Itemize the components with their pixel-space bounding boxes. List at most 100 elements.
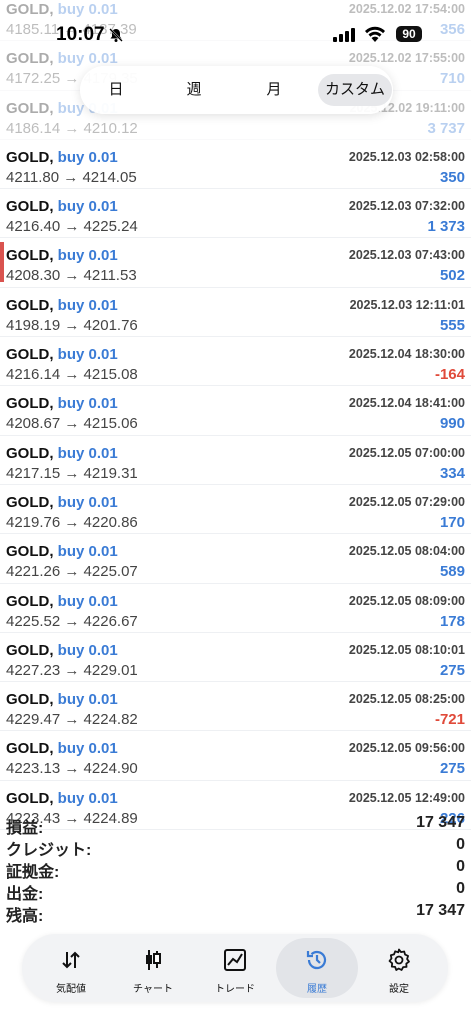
history-clock-icon	[306, 950, 327, 970]
trade-row[interactable]: GOLD, buy 0.01 2025.12.05 07:00:00 4217.15…	[0, 436, 471, 485]
summary-label: 残高:	[6, 908, 44, 925]
trade-side: buy 0.01	[57, 395, 118, 413]
cellular-signal-icon	[333, 28, 355, 42]
tab-month[interactable]: 月	[252, 74, 296, 106]
symbol-label: GOLD,	[6, 740, 54, 758]
trade-symbol: GOLD, buy 0.01	[6, 445, 118, 462]
trade-row[interactable]: GOLD, buy 0.01 2025.12.05 09:56:00 4223.13…	[0, 731, 471, 781]
trade-side: buy 0.01	[57, 592, 118, 610]
trade-date: 2025.12.03 07:43:00	[348, 248, 465, 263]
trade-row[interactable]: GOLD, buy 0.01 2025.12.04 18:41:00 4208.67…	[0, 386, 471, 436]
summary-row-profit: 損益: 17 347	[0, 812, 471, 837]
symbol-label: GOLD,	[6, 198, 54, 216]
trade-side: buy 0.01	[57, 247, 118, 265]
trade-symbol: GOLD, buy 0.01	[6, 494, 118, 511]
trade-row[interactable]: GOLD, buy 0.01 2025.12.05 08:25:00 4229.47…	[0, 682, 471, 732]
trade-profit: 275	[439, 661, 465, 679]
trade-row[interactable]: GOLD, buy 0.01 2025.12.03 07:32:00 4216.40…	[0, 189, 471, 239]
nav-quotes[interactable]: 気配値	[30, 938, 112, 998]
trade-date: 2025.12.03 12:11:01	[349, 297, 465, 312]
line-chart-icon	[224, 949, 246, 971]
trade-date: 2025.12.05 07:29:00	[348, 494, 465, 509]
trade-profit: 589	[439, 563, 465, 581]
trade-profit: 710	[439, 70, 465, 88]
trade-row[interactable]: GOLD, buy 0.01 2025.12.05 08:10:01 4227.23…	[0, 633, 471, 683]
trade-symbol: GOLD, buy 0.01	[6, 198, 118, 215]
trade-symbol: GOLD, buy 0.01	[6, 691, 118, 708]
trade-profit: 990	[439, 415, 465, 433]
symbol-label: GOLD,	[6, 395, 54, 413]
trade-side: buy 0.01	[57, 493, 118, 511]
trade-price: 4217.15 → 4219.31	[6, 464, 138, 482]
candlestick-icon	[146, 950, 161, 970]
trade-side: buy 0.01	[57, 444, 118, 462]
trade-price: 4186.14 → 4210.12	[6, 119, 138, 137]
trade-history-list[interactable]: GOLD, buy 0.01 2025.12.02 17:54:00 4185.11…	[0, 0, 471, 831]
nav-label: トレード	[215, 984, 255, 995]
trade-symbol: GOLD, buy 0.01	[6, 297, 118, 314]
battery-indicator: 90	[396, 26, 422, 42]
symbol-label: GOLD,	[6, 444, 54, 462]
summary-row-margin: 証拠金: 0	[0, 856, 471, 881]
trade-symbol: GOLD, buy 0.01	[6, 593, 118, 610]
nav-settings[interactable]: 設定	[358, 938, 440, 998]
trade-price: 4216.14 → 4215.08	[6, 366, 138, 384]
trade-price: 4211.80 → 4214.05	[6, 168, 137, 186]
summary-row-balance: 残高: 17 347	[0, 900, 471, 925]
trade-row[interactable]: GOLD, buy 0.01 2025.12.04 18:30:00 4216.14…	[0, 337, 471, 387]
trade-profit: 170	[439, 513, 465, 531]
bell-muted-icon	[109, 28, 123, 42]
trade-row[interactable]: GOLD, buy 0.01 2025.12.05 08:09:00 4225.52…	[0, 584, 471, 633]
trade-price: 4227.23 → 4229.01	[6, 661, 138, 679]
trade-side: buy 0.01	[57, 543, 118, 561]
trade-side: buy 0.01	[57, 346, 118, 364]
trade-side: buy 0.01	[57, 641, 118, 659]
trade-row[interactable]: GOLD, buy 0.01 2025.12.03 02:58:00 4211.80…	[0, 140, 471, 190]
trade-date: 2025.12.04 18:30:00	[348, 347, 465, 362]
status-time: 10:07	[56, 24, 105, 45]
trade-row[interactable]: GOLD, buy 0.01 2025.12.05 07:29:00 4219.76…	[0, 485, 471, 535]
selection-marker	[0, 242, 4, 283]
summary-value: 0	[456, 836, 465, 853]
trade-profit: 1 373	[427, 218, 465, 236]
trade-row[interactable]: GOLD, buy 0.01 2025.12.05 08:04:00 4221.26…	[0, 534, 471, 584]
trade-profit: 502	[439, 267, 465, 285]
trade-price: 4208.30 → 4211.53	[6, 267, 137, 285]
trade-row[interactable]: GOLD, buy 0.01 2025.12.03 07:43:00 4208.30…	[0, 238, 471, 288]
nav-chart[interactable]: チャート	[112, 938, 194, 998]
trade-symbol: GOLD, buy 0.01	[6, 790, 118, 807]
symbol-label: GOLD,	[6, 691, 54, 709]
nav-history[interactable]: 履歴	[276, 938, 358, 998]
trade-price: 4223.13 → 4224.90	[6, 760, 138, 778]
status-bar: 10:07 90	[0, 0, 471, 64]
symbol-label: GOLD,	[6, 641, 54, 659]
gear-icon	[388, 948, 410, 971]
symbol-label: GOLD,	[6, 543, 54, 561]
trade-side: buy 0.01	[57, 148, 118, 166]
trade-side: buy 0.01	[57, 789, 118, 807]
trade-side: buy 0.01	[57, 740, 118, 758]
trade-price: 4198.19 → 4201.76	[6, 316, 138, 334]
tab-week[interactable]: 週	[172, 74, 216, 106]
summary-value: 0	[456, 880, 465, 897]
trade-date: 2025.12.03 07:32:00	[348, 199, 465, 214]
tab-day[interactable]: 日	[94, 74, 138, 106]
nav-label: チャート	[133, 984, 173, 995]
trade-date: 2025.12.05 08:25:00	[348, 692, 465, 707]
trade-profit: -721	[434, 711, 465, 729]
symbol-label: GOLD,	[6, 592, 54, 610]
wifi-icon	[365, 26, 385, 42]
tab-custom[interactable]: カスタム	[318, 74, 392, 106]
summary-value: 17 347	[416, 814, 465, 831]
symbol-label: GOLD,	[6, 346, 54, 364]
trade-row[interactable]: GOLD, buy 0.01 2025.12.03 12:11:01 4198.19…	[0, 288, 471, 338]
symbol-label: GOLD,	[6, 296, 54, 314]
nav-trade[interactable]: トレード	[194, 938, 276, 998]
symbol-label: GOLD,	[6, 148, 54, 166]
trade-symbol: GOLD, buy 0.01	[6, 543, 118, 560]
summary-row-withdrawal: 出金: 0	[0, 878, 471, 903]
trade-profit: 350	[439, 168, 465, 186]
symbol-label: GOLD,	[6, 493, 54, 511]
trade-symbol: GOLD, buy 0.01	[6, 149, 118, 166]
summary-row-credit: クレジット: 0	[0, 834, 471, 859]
